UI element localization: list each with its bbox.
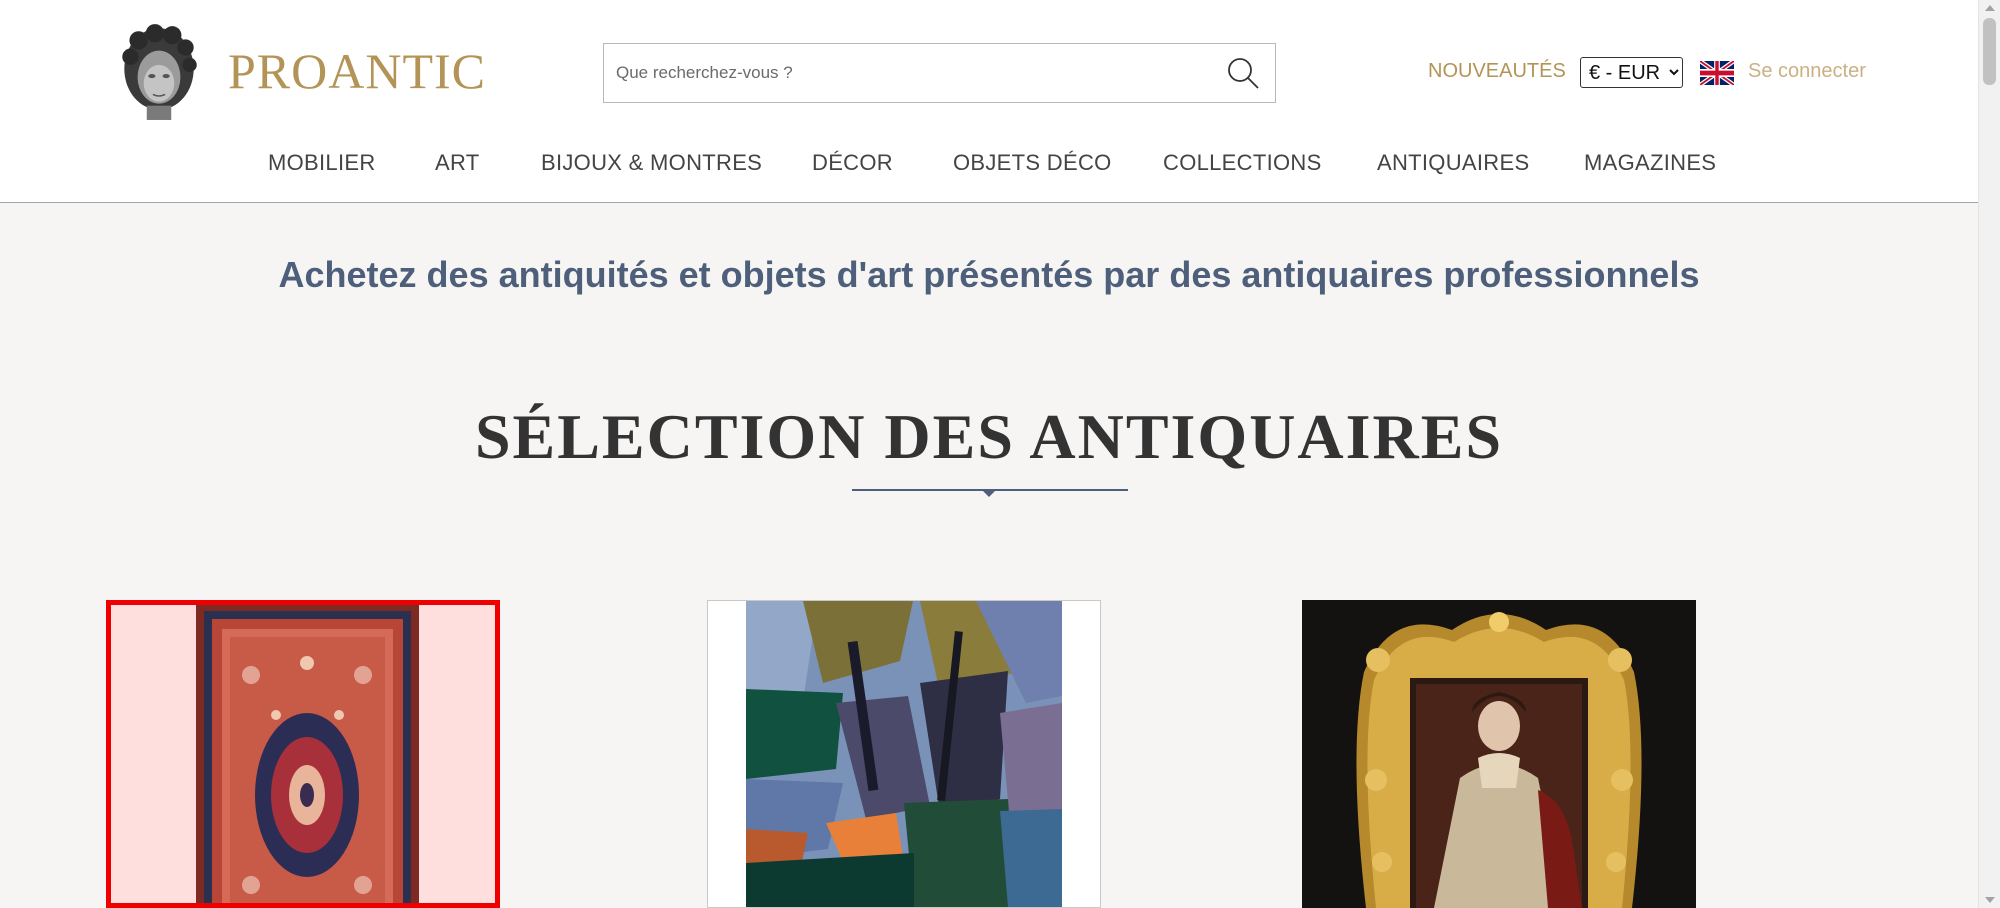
persian-rug-image <box>196 605 419 903</box>
classical-bust-logo-icon <box>122 24 197 120</box>
logo-wordmark: PROANTIC <box>228 43 487 99</box>
login-link[interactable]: Se connecter <box>1748 60 1866 83</box>
nav-item-art[interactable]: ART <box>435 150 480 176</box>
logo-link[interactable]: PROANTIC <box>108 20 486 122</box>
nouveautes-link[interactable]: NOUVEAUTÉS <box>1428 60 1566 83</box>
scroll-up-arrow-icon[interactable] <box>1985 5 1995 11</box>
search-input[interactable] <box>616 44 1196 101</box>
abstract-painting-image <box>746 601 1062 907</box>
section-title: SÉLECTION DES ANTIQUAIRES <box>474 401 1504 472</box>
nav-item-collections[interactable]: COLLECTIONS <box>1163 150 1322 176</box>
nav-item-decor[interactable]: DÉCOR <box>812 150 893 176</box>
page-tagline: Achetez des antiquités et objets d'art p… <box>278 254 1700 295</box>
main-nav: MOBILIER ART BIJOUX & MONTRES DÉCOR OBJE… <box>0 150 1978 180</box>
uk-flag-icon[interactable] <box>1700 61 1734 85</box>
product-card-portrait[interactable] <box>1302 600 1696 908</box>
nav-item-objets-deco[interactable]: OBJETS DÉCO <box>953 150 1112 176</box>
site-header: PROANTIC NOUVEAUTÉS € - EUR Se connecter… <box>0 0 1978 203</box>
currency-select[interactable]: € - EUR <box>1580 57 1683 88</box>
divider-arrow-icon <box>981 489 997 497</box>
nav-item-bijoux-montres[interactable]: BIJOUX & MONTRES <box>541 150 762 176</box>
product-card-painting[interactable] <box>707 600 1101 908</box>
nav-item-antiquaires[interactable]: ANTIQUAIRES <box>1377 150 1529 176</box>
framed-portrait-image <box>1302 600 1696 908</box>
nav-item-mobilier[interactable]: MOBILIER <box>268 150 376 176</box>
page-scrollbar[interactable] <box>1978 0 2000 908</box>
scroll-down-arrow-icon[interactable] <box>1985 897 1995 903</box>
product-card-rug[interactable] <box>106 600 500 908</box>
scrollbar-thumb[interactable] <box>1983 18 1996 85</box>
search-box <box>603 43 1276 103</box>
nav-item-magazines[interactable]: MAGAZINES <box>1584 150 1716 176</box>
search-icon[interactable] <box>1225 55 1261 91</box>
